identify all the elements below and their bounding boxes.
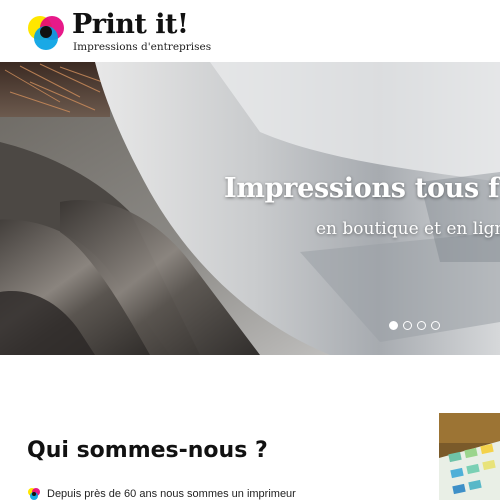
hero-title: Impressions tous f [224, 173, 500, 204]
carousel-dot-1[interactable] [389, 321, 398, 330]
carousel-dot-3[interactable] [417, 321, 426, 330]
brand-name[interactable]: Print it! [72, 10, 189, 40]
brand-tagline: Impressions d'entreprises [73, 41, 212, 53]
hero-background-image [0, 62, 500, 355]
carousel-indicators [389, 321, 440, 330]
about-intro-line: Depuis près de 60 ans nous sommes un imp… [27, 487, 296, 500]
hero-banner: Impressions tous f en boutique et en lig… [0, 62, 500, 355]
site-header: Print it! Impressions d'entreprises [0, 0, 500, 62]
about-intro-text: Depuis près de 60 ans nous sommes un imp… [47, 488, 296, 500]
cmyk-circles-logo-icon[interactable] [26, 13, 66, 53]
color-swatches-image [439, 413, 500, 500]
carousel-dot-2[interactable] [403, 321, 412, 330]
carousel-dot-4[interactable] [431, 321, 440, 330]
section-title-about: Qui sommes-nous ? [27, 438, 268, 463]
hero-subtitle: en boutique et en lign [316, 219, 500, 239]
cmyk-circles-icon [28, 488, 40, 500]
